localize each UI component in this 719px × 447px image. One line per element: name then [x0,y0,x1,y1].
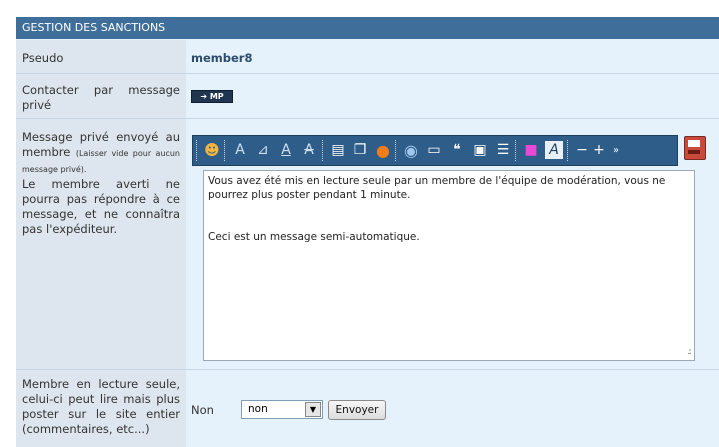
strike-icon[interactable]: A [300,141,318,159]
resize-grip-icon[interactable]: .:: [687,347,692,357]
editor-toolbar: ☻ A ⊿ A A ▤ ❐ ● ◉ ▭ ❝ ▣ ☰ ■ A − + » [192,135,678,166]
pseudo-label-cell: Pseudo [16,51,186,66]
mp-arrow-icon: ➔ [200,92,208,101]
italic-icon[interactable]: ⊿ [254,141,272,159]
send-button[interactable]: Envoyer [328,400,386,420]
copy-icon[interactable]: ❐ [351,141,369,159]
panel-header: GESTION DES SANCTIONS [16,17,719,39]
pseudo-value: member8 [191,51,253,65]
divider [16,369,719,370]
toolbar-separator [196,140,199,161]
mp-button-label: MP [209,92,224,101]
message-text-line2: Ceci est un message semi-automatique. [208,231,420,243]
font-icon[interactable]: A [545,141,563,159]
message-label-cell: Message privé envoyé au membre (Laisser … [16,130,186,237]
divider [16,73,719,74]
panel-title: GESTION DES SANCTIONS [22,21,166,34]
send-mp-button[interactable]: ➔ MP [191,90,233,103]
smiley-icon[interactable]: ☻ [203,141,221,159]
align-icon[interactable]: ▤ [329,141,347,159]
toolbar-separator [515,140,518,161]
chevron-down-icon[interactable]: ▼ [305,402,321,417]
readonly-select-value: non [248,403,268,415]
divider [16,118,719,119]
image-icon[interactable]: ▭ [425,141,443,159]
more-icon[interactable]: » [607,141,625,159]
toolbar-separator [224,140,227,161]
contact-label: Contacter par message privé [22,83,180,112]
quote-icon[interactable]: ❝ [448,141,466,159]
message-textarea[interactable]: Vous avez été mis en lecture seule par u… [203,170,695,361]
save-icon[interactable] [684,136,706,160]
underline-icon[interactable]: A [277,141,295,159]
bold-icon[interactable]: A [231,141,249,159]
warning-icon[interactable]: ● [374,141,392,160]
globe-icon[interactable]: ◉ [402,141,420,160]
message-text-line1: Vous avez été mis en lecture seule par u… [208,175,669,201]
lock-icon[interactable]: ▣ [471,141,489,159]
toolbar-separator [567,140,570,161]
color-icon[interactable]: ■ [522,141,540,159]
readonly-select[interactable]: non ▼ [241,400,323,419]
decrease-icon[interactable]: − [573,141,591,159]
readonly-current-value: Non [191,403,214,417]
pseudo-label: Pseudo [22,51,64,65]
increase-icon[interactable]: + [590,141,608,159]
readonly-label: Membre en lecture seule, celui-ci peut l… [22,377,180,436]
message-label-note: Le membre averti ne pourra pas répondre … [22,177,180,236]
toolbar-separator [322,140,325,161]
contact-label-cell: Contacter par message privé [16,83,186,113]
readonly-label-cell: Membre en lecture seule, celui-ci peut l… [16,377,186,437]
list-icon[interactable]: ☰ [494,141,512,159]
toolbar-separator [395,140,398,161]
